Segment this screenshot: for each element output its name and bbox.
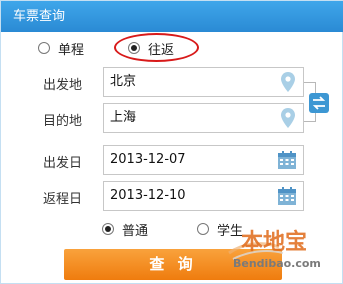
calendar-icon[interactable] bbox=[277, 186, 297, 206]
to-label: 目的地 bbox=[43, 114, 83, 129]
one-way-radio[interactable] bbox=[38, 42, 50, 54]
highlight-oval bbox=[114, 33, 199, 62]
regular-ticket-label[interactable]: 普通 bbox=[122, 220, 148, 239]
return-date-field[interactable]: 2013-12-10 bbox=[103, 181, 304, 211]
return-date-value: 2013-12-10 bbox=[110, 188, 186, 203]
from-value: 北京 bbox=[110, 74, 137, 89]
depart-date-value: 2013-12-07 bbox=[110, 152, 186, 167]
panel-title: 车票查询 bbox=[1, 1, 343, 32]
svg-text:本地宝: 本地宝 bbox=[241, 229, 307, 255]
calendar-icon[interactable] bbox=[277, 150, 297, 170]
watermark-url: Bendibao.com bbox=[233, 257, 321, 270]
swap-icon[interactable] bbox=[309, 93, 329, 113]
return-date-label: 返程日 bbox=[43, 192, 83, 207]
from-field[interactable]: 北京 bbox=[103, 67, 304, 97]
to-value: 上海 bbox=[110, 110, 137, 125]
student-ticket-radio[interactable] bbox=[197, 223, 209, 235]
location-pin-icon[interactable] bbox=[281, 108, 295, 128]
regular-ticket-radio[interactable] bbox=[102, 223, 114, 235]
location-pin-icon[interactable] bbox=[281, 72, 295, 92]
from-label: 出发地 bbox=[43, 78, 83, 93]
to-field[interactable]: 上海 bbox=[103, 103, 304, 133]
ticket-search-panel: 车票查询 单程 往返 出发地 北京 目的地 上海 出发日 2013-12-07 bbox=[0, 0, 343, 284]
depart-date-label: 出发日 bbox=[43, 156, 83, 171]
one-way-label[interactable]: 单程 bbox=[58, 39, 84, 58]
depart-date-field[interactable]: 2013-12-07 bbox=[103, 145, 304, 175]
